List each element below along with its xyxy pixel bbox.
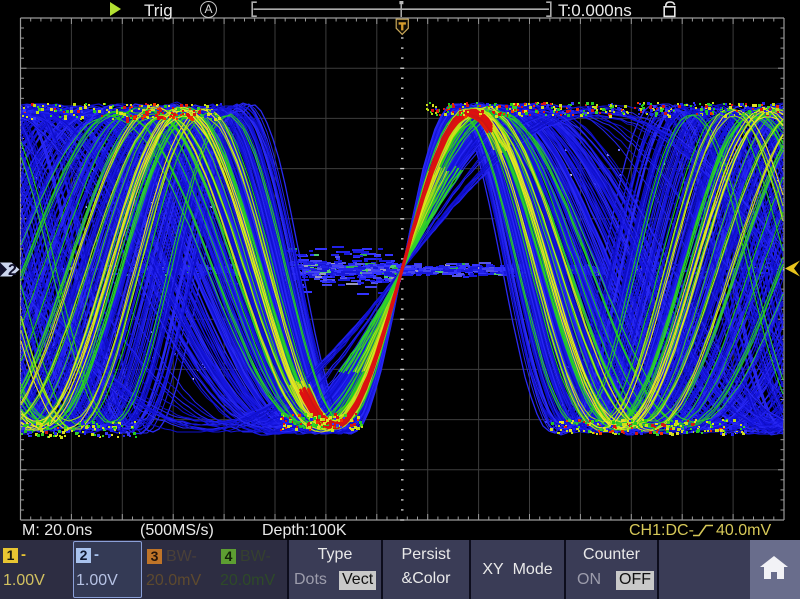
svg-text:2: 2 — [8, 262, 17, 279]
